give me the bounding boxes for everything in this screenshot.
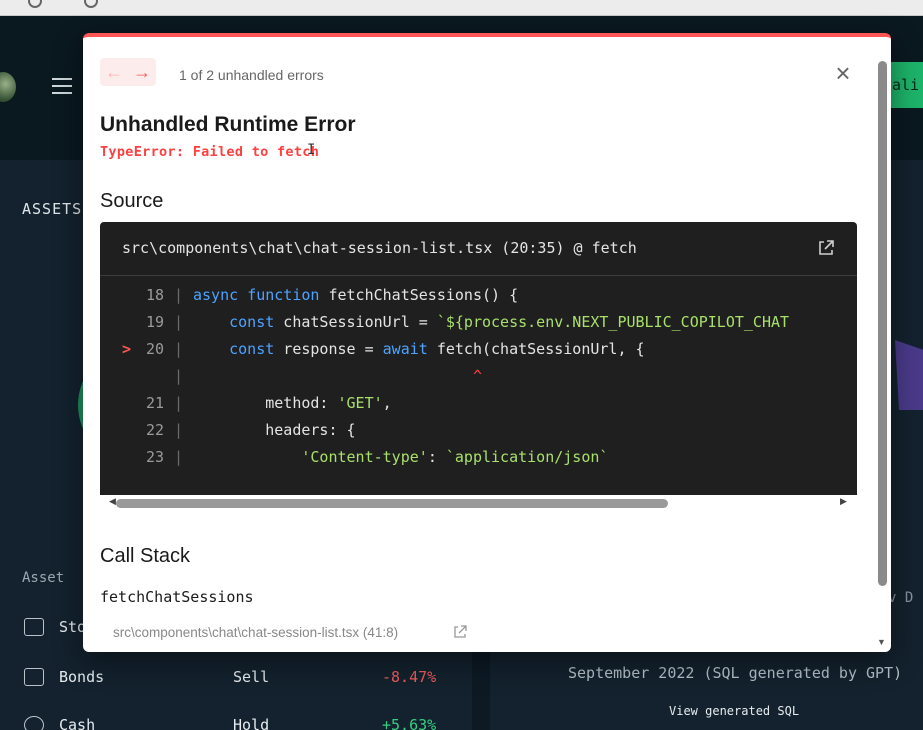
menu-icon[interactable] bbox=[52, 78, 72, 94]
previous-error-button[interactable]: ← bbox=[101, 61, 127, 83]
scrollbar-thumb[interactable] bbox=[878, 61, 887, 586]
code-line: | ^ bbox=[100, 367, 857, 387]
scroll-left-icon[interactable]: ◀ bbox=[109, 496, 116, 507]
asset-change: +5.63% bbox=[382, 716, 437, 730]
code-text: async function fetchChatSessions() { bbox=[193, 286, 519, 304]
external-link-icon[interactable] bbox=[453, 625, 467, 639]
code-text: 'Content-type': `application/json` bbox=[301, 448, 609, 466]
source-file-path: src\components\chat\chat-session-list.ts… bbox=[122, 239, 637, 257]
error-count: 1 of 2 unhandled errors bbox=[179, 67, 324, 83]
asset-action: Sell bbox=[233, 668, 270, 686]
scroll-right-icon[interactable]: ▶ bbox=[840, 496, 847, 507]
code-line: 21 | method: 'GET', bbox=[100, 394, 857, 414]
external-link-icon[interactable] bbox=[817, 239, 835, 257]
line-number: 20 bbox=[145, 340, 164, 358]
source-heading: Source bbox=[100, 190, 164, 212]
asset-action: Hold bbox=[233, 716, 270, 730]
call-stack-heading: Call Stack bbox=[100, 545, 191, 567]
code-text: method: 'GET', bbox=[193, 394, 392, 412]
asset-name: Bonds bbox=[59, 668, 105, 686]
scrollbar-thumb[interactable] bbox=[116, 499, 668, 508]
stack-frame-location[interactable]: src\components\chat\chat-session-list.ts… bbox=[113, 625, 398, 640]
line-number: 21 bbox=[145, 394, 164, 412]
bond-icon bbox=[24, 668, 44, 686]
browser-toolbar bbox=[0, 0, 923, 16]
code-line: 18 | async function fetchChatSessions() { bbox=[100, 286, 857, 306]
code-frame: src\components\chat\chat-session-list.ts… bbox=[100, 222, 857, 511]
view-sql-link[interactable]: View generated SQL bbox=[669, 704, 799, 718]
gutter-divider: | bbox=[174, 448, 184, 466]
error-line-marker: > bbox=[122, 340, 132, 358]
scroll-down-icon[interactable]: ▼ bbox=[877, 637, 886, 647]
close-icon: × bbox=[835, 58, 851, 88]
code-line: >20 | const response = await fetch(chatSe… bbox=[100, 340, 857, 360]
code-text: const chatSessionUrl = `${process.env.NE… bbox=[229, 313, 790, 331]
table-row[interactable]: Bonds Sell -8.47% bbox=[0, 665, 472, 695]
code-body: 18 | async function fetchChatSessions() {1… bbox=[100, 286, 857, 496]
chart-label-fragment: v D bbox=[888, 590, 914, 606]
error-message: TypeError: Failed to fetch bbox=[100, 144, 320, 160]
code-text: ^ bbox=[472, 367, 482, 385]
gutter-divider: | bbox=[174, 394, 184, 412]
code-frame-header: src\components\chat\chat-session-list.ts… bbox=[100, 222, 857, 276]
asset-change: -8.47% bbox=[382, 668, 437, 686]
error-title: Unhandled Runtime Error bbox=[100, 113, 356, 136]
gutter-divider: | bbox=[174, 286, 184, 304]
error-overlay-dialog: ← → 1 of 2 unhandled errors × Unhandled … bbox=[83, 33, 891, 652]
assets-title: ASSETS bbox=[22, 200, 83, 218]
horizontal-scrollbar[interactable]: ◀ ▶ bbox=[100, 495, 857, 511]
close-button[interactable]: × bbox=[831, 58, 855, 88]
arrow-right-icon: → bbox=[133, 62, 151, 82]
line-number: 19 bbox=[145, 313, 164, 331]
circle-icon bbox=[84, 0, 98, 8]
code-text: const response = await fetch(chatSession… bbox=[229, 340, 645, 358]
gutter-divider: | bbox=[174, 367, 184, 385]
arrow-left-icon: ← bbox=[105, 62, 123, 82]
code-text: headers: { bbox=[193, 421, 356, 439]
chart-caption: September 2022 (SQL generated by GPT) bbox=[568, 664, 903, 682]
error-navigation: ← → bbox=[100, 58, 156, 86]
gutter-divider: | bbox=[174, 313, 184, 331]
text-cursor-icon: I bbox=[307, 142, 316, 158]
line-number: 23 bbox=[145, 448, 164, 466]
code-line: 19 | const chatSessionUrl = `${process.en… bbox=[100, 313, 857, 333]
vertical-scrollbar[interactable]: ▼ bbox=[875, 41, 889, 652]
code-line: 23 | 'Content-type': `application/json` bbox=[100, 448, 857, 468]
asset-name: Cash bbox=[59, 716, 96, 730]
line-number: 18 bbox=[145, 286, 164, 304]
circle-icon bbox=[28, 0, 42, 8]
area-chart-fragment bbox=[895, 340, 923, 410]
gutter-divider: | bbox=[174, 421, 184, 439]
chart-bar-icon bbox=[24, 618, 44, 636]
gutter-divider: | bbox=[174, 340, 184, 358]
next-error-button[interactable]: → bbox=[129, 61, 155, 83]
stack-frame-function: fetchChatSessions bbox=[100, 588, 254, 606]
line-number: 22 bbox=[145, 421, 164, 439]
table-row[interactable]: Cash Hold +5.63% bbox=[0, 713, 472, 730]
column-header-asset: Asset bbox=[22, 570, 65, 586]
code-line: 22 | headers: { bbox=[100, 421, 857, 441]
dollar-icon bbox=[24, 716, 44, 730]
